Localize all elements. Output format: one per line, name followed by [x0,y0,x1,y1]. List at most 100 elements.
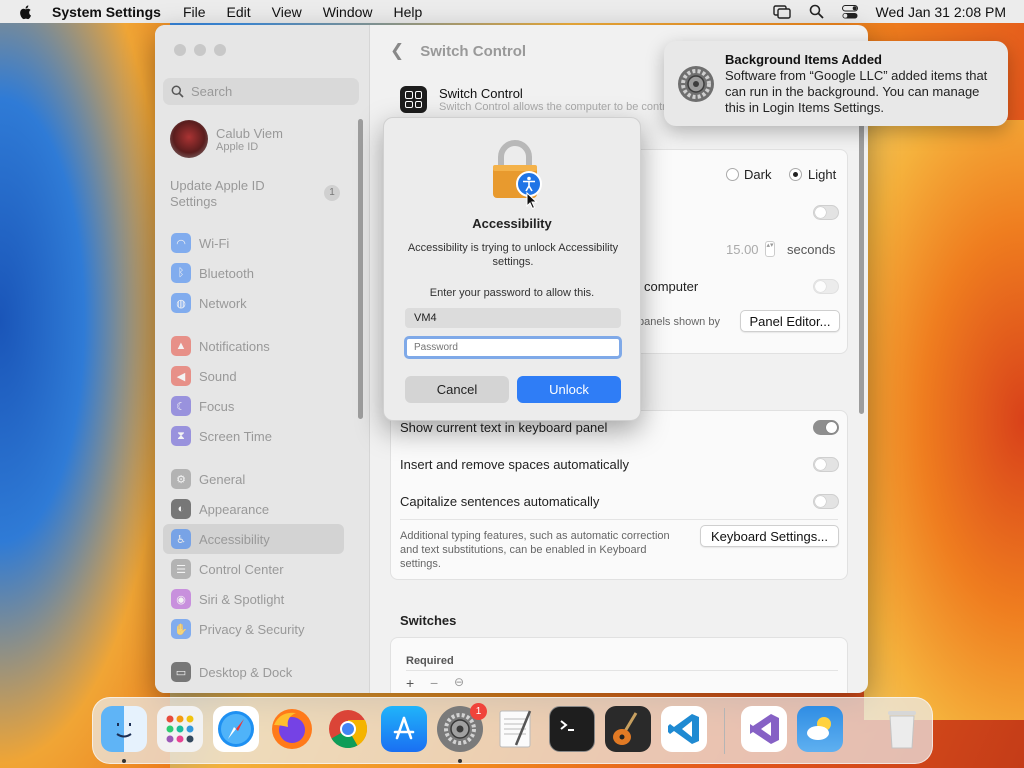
mouse-cursor-icon [526,192,538,210]
chrome-icon[interactable] [325,706,371,752]
wallpaper-right [864,120,1024,720]
dark-radio[interactable] [726,168,739,181]
wallpaper-left [0,22,170,768]
apple-id-profile[interactable]: Calub Viem Apple ID [170,120,283,158]
sidebar-nav: ◠ Wi-Fi ᛒ Bluetooth ◍ Network ▲ Notification… [163,228,344,687]
capitalize-toggle[interactable] [813,494,839,509]
required-label: Required [406,655,454,667]
clock[interactable]: Wed Jan 31 2:08 PM [876,4,1006,20]
trash-icon[interactable] [879,706,925,752]
search-field[interactable]: Search [163,78,359,105]
dark-label: Dark [744,167,772,182]
appearance-icon: ◐ [171,499,191,519]
remove-icon[interactable]: − [430,675,438,691]
switches-heading: Switches [400,613,457,628]
password-field[interactable] [404,336,622,359]
back-chevron-icon[interactable]: ❮ [390,41,404,61]
sidebar-item-focus[interactable]: ☾ Focus [163,391,344,421]
sidebar-item-privacy[interactable]: ✋ Privacy & Security [163,614,344,644]
dialog-message: Accessibility is trying to unlock Access… [407,242,619,268]
sidebar-item-wifi[interactable]: ◠ Wi-Fi [163,228,344,258]
sidebar-item-control-center[interactable]: ☰ Control Center [163,554,344,584]
sidebar-item-label: Privacy & Security [199,621,305,637]
notification-badge: 1 [470,703,487,720]
sidebar-item-siri[interactable]: ◉ Siri & Spotlight [163,584,344,614]
firefox-icon[interactable] [269,706,315,752]
sidebar-item-bluetooth[interactable]: ᛒ Bluetooth [163,258,344,288]
finder-icon[interactable] [101,706,147,752]
seconds-unit: seconds [787,242,836,257]
hourglass-icon: ⧗ [171,426,191,446]
light-radio[interactable] [789,168,802,181]
username-field[interactable]: VM4 [405,308,621,328]
computer-toggle[interactable] [813,279,839,294]
control-center-icon: ☰ [171,559,191,579]
sidebar-item-accessibility[interactable]: ♿ Accessibility [163,524,344,554]
screen-mirroring-icon[interactable] [772,4,791,19]
sidebar-item-general[interactable]: ⚙ General [163,464,344,494]
cancel-button[interactable]: Cancel [405,376,509,403]
visual-studio-icon[interactable] [741,706,787,752]
control-center-icon[interactable] [841,4,858,19]
help-menu[interactable]: Help [394,4,423,20]
update-label: Update Apple ID Settings [170,178,265,209]
update-apple-id-item[interactable]: Update Apple ID Settings 1 [170,178,340,210]
content-scrollbar[interactable] [859,114,864,414]
show-text-toggle[interactable] [813,420,839,435]
app-name-menu[interactable]: System Settings [52,4,161,20]
minimize-button[interactable] [194,44,206,56]
window-menu[interactable]: Window [323,4,373,20]
sidebar-scrollbar[interactable] [358,119,363,419]
terminal-icon[interactable] [549,706,595,752]
file-menu[interactable]: File [183,4,206,20]
profile-name: Calub Viem [216,125,283,141]
apple-menu-icon[interactable] [18,4,34,20]
insert-spaces-toggle[interactable] [813,457,839,472]
running-indicator [458,759,462,763]
safari-icon[interactable] [213,706,259,752]
sidebar-item-label: Network [199,295,247,311]
unlock-button[interactable]: Unlock [517,376,621,403]
close-button[interactable] [174,44,186,56]
view-menu[interactable]: View [272,4,302,20]
page-title: ❮ Switch Control [390,41,526,61]
edit-menu[interactable]: Edit [227,4,251,20]
seconds-value[interactable]: 15.00 [726,242,759,257]
sidebar-item-label: Control Center [199,561,284,577]
sidebar-item-label: Siri & Spotlight [199,591,285,607]
sidebar-item-sound[interactable]: ◀ Sound [163,361,344,391]
sidebar-item-screen-time[interactable]: ⧗ Screen Time [163,421,344,451]
zoom-button[interactable] [214,44,226,56]
computer-label: computer [644,279,699,294]
sidebar-item-network[interactable]: ◍ Network [163,288,344,318]
sidebar-item-notifications[interactable]: ▲ Notifications [163,331,344,361]
accessibility-icon: ♿ [171,529,191,549]
dialog-title: Accessibility [472,216,552,231]
switch-control-title: Switch Control [439,86,523,101]
dock-icon: ▭ [171,662,191,682]
launchpad-icon[interactable] [157,706,203,752]
sidebar-item-label: Wi-Fi [199,235,230,251]
notification-banner[interactable]: Background Items Added Software from “Go… [664,41,1008,126]
sidebar-item-label: General [199,471,246,487]
vscode-icon[interactable] [661,706,707,752]
textedit-icon[interactable] [493,706,539,752]
weather-icon[interactable] [797,706,843,752]
add-icon[interactable]: + [406,675,414,691]
cancel-label: Cancel [436,382,478,397]
app-store-icon[interactable] [381,706,427,752]
sidebar-item-label: Bluetooth [199,265,254,281]
search-placeholder: Search [191,84,233,99]
more-options-icon[interactable]: ⊖ [454,675,464,689]
option-toggle[interactable] [813,205,839,220]
keyboard-settings-button[interactable]: Keyboard Settings... [700,525,839,547]
sidebar-item-appearance[interactable]: ◐ Appearance [163,494,344,524]
dock: 1 [92,697,933,764]
garageband-icon[interactable] [605,706,651,752]
stepper-icon[interactable]: ▴▾ [765,241,775,257]
additional-typing-note: Additional typing features, such as auto… [400,530,670,570]
panel-editor-button[interactable]: Panel Editor... [740,310,840,332]
sidebar-item-desktop-dock[interactable]: ▭ Desktop & Dock [163,657,344,687]
moon-icon: ☾ [171,396,191,416]
spotlight-search-icon[interactable] [809,4,824,19]
